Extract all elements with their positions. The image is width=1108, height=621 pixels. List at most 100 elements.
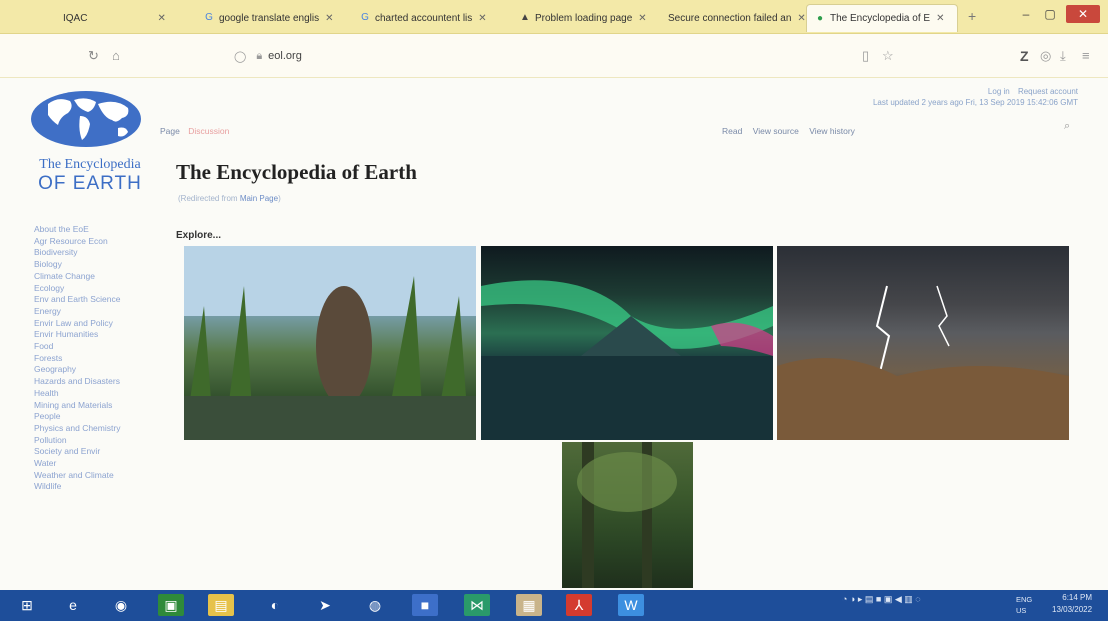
- sidebar-item-geography[interactable]: Geography: [34, 364, 120, 376]
- sidebar-item-energy[interactable]: Energy: [34, 306, 120, 318]
- tab-label: The Encyclopedia of E: [830, 13, 931, 24]
- close-icon[interactable]: ✕: [157, 13, 165, 24]
- reader-view-icon[interactable]: ▯: [862, 48, 869, 64]
- explore-image-aurora[interactable]: [481, 246, 773, 440]
- sidebar-item-pollution[interactable]: Pollution: [34, 435, 120, 447]
- window-close-icon[interactable]: ✕: [1066, 5, 1100, 23]
- tab-label: charted accountent lis: [375, 12, 473, 24]
- sidebar-item-wildlife[interactable]: Wildlife: [34, 481, 120, 493]
- new-tab-icon[interactable]: +: [968, 8, 976, 24]
- sidebar-item-food[interactable]: Food: [34, 341, 120, 353]
- pocket-icon[interactable]: ◎: [1040, 48, 1051, 64]
- shield-icon: ◯: [234, 50, 247, 63]
- tab-discussion[interactable]: Discussion: [188, 126, 229, 136]
- tab-label: IQAC: [63, 12, 88, 24]
- tab-secure-connection[interactable]: Secure connection failed an ✕: [660, 4, 806, 32]
- photo-app-icon[interactable]: ▦: [516, 594, 542, 616]
- tab-label: google translate englis: [219, 12, 320, 24]
- taskbar-clock[interactable]: 6:14 PM 13/03/2022: [1052, 592, 1092, 616]
- explore-image-forest[interactable]: [562, 442, 693, 588]
- download-icon[interactable]: ⤓: [1060, 48, 1066, 64]
- sidebar-item-weather-climate[interactable]: Weather and Climate: [34, 470, 120, 482]
- tab-iqac[interactable]: IQAC ✕: [40, 4, 190, 32]
- login-link[interactable]: Log in: [988, 87, 1010, 96]
- region-code: US: [1016, 606, 1027, 615]
- reload-icon[interactable]: ↻: [88, 48, 99, 64]
- zoom-icon[interactable]: ■: [412, 594, 438, 616]
- telegram-icon[interactable]: ➤: [312, 594, 338, 616]
- start-menu-icon[interactable]: ⊞: [14, 594, 40, 616]
- word-icon[interactable]: W: [618, 594, 644, 616]
- chrome-icon[interactable]: ◉: [108, 594, 134, 616]
- view-tabs: Read View source View history: [722, 126, 863, 136]
- sidebar-item-physics-chemistry[interactable]: Physics and Chemistry: [34, 423, 120, 435]
- edge-icon[interactable]: ◐: [262, 594, 288, 616]
- tab-encyclopedia-of-earth[interactable]: ● The Encyclopedia of E ✕: [806, 4, 958, 32]
- sidebar-item-envir-law-policy[interactable]: Envir Law and Policy: [34, 318, 120, 330]
- system-tray-icons[interactable]: ◔ ◑ ▸ ▤ ■ ▣ ◀ ▥ ◌: [842, 594, 921, 605]
- tab-google-translate[interactable]: G google translate englis ✕: [196, 4, 356, 32]
- sidebar-item-forests[interactable]: Forests: [34, 353, 120, 365]
- page-title: The Encyclopedia of Earth: [176, 160, 417, 184]
- sidebar-item-env-earth-science[interactable]: Env and Earth Science: [34, 294, 120, 306]
- store-icon[interactable]: ▣: [158, 594, 184, 616]
- sidebar-item-people[interactable]: People: [34, 411, 120, 423]
- sidebar-item-ecology[interactable]: Ecology: [34, 283, 120, 295]
- redirect-link[interactable]: Main Page: [240, 194, 278, 203]
- site-logo[interactable]: The Encyclopedia OF EARTH: [20, 90, 160, 195]
- internet-explorer-icon[interactable]: e: [60, 594, 86, 616]
- app-icon[interactable]: ⋈: [464, 594, 490, 616]
- zotero-icon[interactable]: Z: [1020, 48, 1029, 64]
- sidebar-item-water[interactable]: Water: [34, 458, 120, 470]
- last-updated-text: Last updated 2 years ago Fri, 13 Sep 201…: [872, 98, 1078, 107]
- tab-view-history[interactable]: View history: [809, 126, 855, 136]
- sidebar-item-envir-humanities[interactable]: Envir Humanities: [34, 329, 120, 341]
- tab-view-source[interactable]: View source: [753, 126, 799, 136]
- close-icon[interactable]: ✕: [638, 13, 646, 24]
- redirect-suffix: ): [278, 194, 281, 203]
- close-icon[interactable]: ✕: [797, 13, 805, 24]
- clock-time: 6:14 PM: [1062, 593, 1093, 602]
- google-icon: G: [361, 12, 369, 23]
- request-account-link[interactable]: Request account: [1018, 87, 1078, 96]
- firefox-icon[interactable]: ◍: [362, 594, 388, 616]
- close-icon[interactable]: ✕: [936, 13, 944, 24]
- folder-icon: [48, 13, 58, 23]
- explore-image-farmer-field[interactable]: [184, 246, 476, 440]
- explore-image-lightning-canyon[interactable]: [777, 246, 1069, 440]
- url-text: eol.org: [268, 50, 302, 62]
- tab-read[interactable]: Read: [722, 126, 742, 136]
- maximize-icon[interactable]: ▢: [1040, 5, 1060, 23]
- sidebar-item-mining-materials[interactable]: Mining and Materials: [34, 400, 120, 412]
- file-explorer-icon[interactable]: ▤: [208, 594, 234, 616]
- sidebar-item-health[interactable]: Health: [34, 388, 120, 400]
- tab-charted-accountant[interactable]: G charted accountent lis ✕: [352, 4, 510, 32]
- home-icon[interactable]: ⌂: [112, 48, 120, 63]
- logo-text-line2: OF EARTH: [38, 173, 142, 194]
- language-code: ENG: [1016, 595, 1033, 604]
- windows-taskbar: ⊞ e ◉ ▣ ▤ ◐ ➤ ◍ ■ ⋈ ▦ ⅄ W ◔ ◑ ▸ ▤ ■ ▣ ◀ …: [0, 590, 1108, 621]
- pdf-reader-icon[interactable]: ⅄: [566, 594, 592, 616]
- tab-label: Problem loading page: [535, 12, 633, 24]
- search-icon[interactable]: ⌕: [1064, 120, 1070, 133]
- close-icon[interactable]: ✕: [325, 13, 333, 24]
- sidebar-item-society-envir[interactable]: Society and Envir: [34, 446, 120, 458]
- sidebar-item-climate-change[interactable]: Climate Change: [34, 271, 120, 283]
- menu-icon[interactable]: ≡: [1082, 48, 1090, 63]
- language-indicator[interactable]: ENG US: [1016, 594, 1032, 616]
- clock-date: 13/03/2022: [1052, 605, 1093, 614]
- tab-page[interactable]: Page: [160, 126, 180, 136]
- close-icon[interactable]: ✕: [478, 13, 486, 24]
- sidebar-item-biodiversity[interactable]: Biodiversity: [34, 247, 120, 259]
- sidebar-item-agr-resource-econ[interactable]: Agr Resource Econ: [34, 236, 120, 248]
- bookmark-star-icon[interactable]: ☆: [882, 48, 894, 64]
- sidebar-item-about[interactable]: About the EoE: [34, 224, 120, 236]
- redirect-notice: (Redirected from Main Page): [178, 194, 281, 203]
- minimize-icon[interactable]: –: [1016, 5, 1036, 23]
- sidebar-item-biology[interactable]: Biology: [34, 259, 120, 271]
- address-bar[interactable]: ◯ 🔒︎ eol.org: [230, 44, 850, 68]
- sidebar-item-hazards-disasters[interactable]: Hazards and Disasters: [34, 376, 120, 388]
- personal-tools: Log in Request account Last updated 2 ye…: [873, 86, 1078, 108]
- tab-problem-loading[interactable]: ▲ Problem loading page ✕: [512, 4, 662, 32]
- logo-text-line1: The Encyclopedia: [39, 157, 141, 172]
